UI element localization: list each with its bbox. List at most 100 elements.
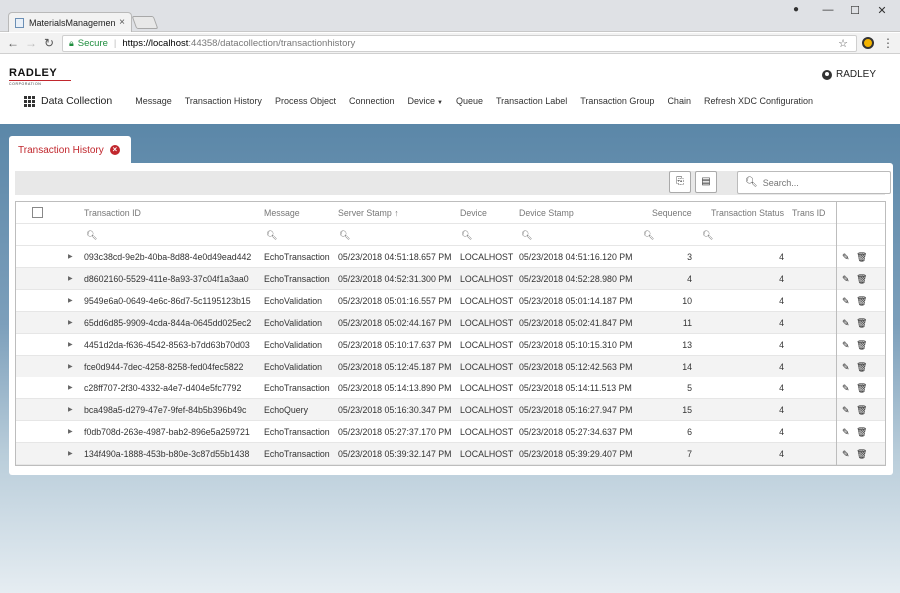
brand-title[interactable]: Data Collection: [41, 95, 112, 107]
new-tab-button[interactable]: [132, 16, 159, 29]
expand-row-icon[interactable]: ▶: [68, 268, 73, 290]
filter-transaction-id-icon[interactable]: 🔍︎: [86, 224, 97, 246]
filter-device-icon[interactable]: 🔍︎: [461, 224, 472, 246]
table-row[interactable]: ▶f0db708d-263e-4987-bab2-896e5a259721Ech…: [16, 421, 886, 443]
browser-titlebar: MaterialsManagementWi × ● — ☐ ✕: [0, 0, 900, 32]
nav-message[interactable]: Message: [135, 96, 172, 106]
nav-transaction-group[interactable]: Transaction Group: [580, 96, 654, 106]
actions-column: [836, 202, 886, 466]
cell-sequence: 5: [656, 377, 692, 399]
filter-device-stamp-icon[interactable]: 🔍︎: [521, 224, 532, 246]
cell-device-stamp: 05/23/2018 05:27:34.637 PM: [519, 421, 649, 443]
expand-row-icon[interactable]: ▶: [68, 421, 73, 443]
cell-message: EchoTransaction: [264, 268, 336, 290]
cell-transaction-id: fce0d944-7dec-4258-8258-fed04fec5822: [84, 356, 259, 378]
filter-sequence-icon[interactable]: 🔍︎: [643, 224, 654, 246]
expand-row-icon[interactable]: ▶: [68, 399, 73, 421]
cell-message: EchoTransaction: [264, 377, 336, 399]
tab-transaction-history[interactable]: Transaction History ×: [9, 136, 131, 164]
url-path: :44358/datacollection/transactionhistory: [188, 38, 355, 49]
browser-menu-icon[interactable]: ⋮: [882, 36, 894, 50]
transaction-grid: Transaction ID Message Server Stamp ↑ De…: [15, 201, 886, 466]
header-row: Transaction ID Message Server Stamp ↑ De…: [16, 202, 886, 224]
cell-server-stamp: 05/23/2018 05:01:16.557 PM: [338, 290, 458, 312]
nav-chain[interactable]: Chain: [667, 96, 691, 106]
select-all-checkbox[interactable]: [32, 207, 43, 218]
table-row[interactable]: ▶d8602160-5529-411e-8a93-37c04f1a3aa0Ech…: [16, 268, 886, 290]
table-row[interactable]: ▶4451d2da-f636-4542-8563-b7dd63b70d03Ech…: [16, 334, 886, 356]
table-row[interactable]: ▶fce0d944-7dec-4258-8258-fed04fec5822Ech…: [16, 356, 886, 378]
col-sequence[interactable]: Sequence: [652, 202, 692, 224]
cell-transaction-status: 4: [716, 399, 784, 421]
expand-row-icon[interactable]: ▶: [68, 377, 73, 399]
cell-message: EchoValidation: [264, 334, 336, 356]
col-trans-id[interactable]: Trans ID: [792, 202, 825, 224]
url-omnibox[interactable]: 🔒︎ Secure | https://localhost :44358/dat…: [62, 35, 857, 52]
apps-grid-icon[interactable]: [24, 96, 35, 107]
reload-icon[interactable]: ↻: [42, 36, 56, 50]
cell-transaction-status: 4: [716, 312, 784, 334]
table-row[interactable]: ▶c28ff707-2f30-4332-a4e7-d404e5fc7792Ech…: [16, 377, 886, 399]
table-row[interactable]: ▶9549e6a0-0649-4e6c-86d7-5c1195123b15Ech…: [16, 290, 886, 312]
table-row[interactable]: ▶093c38cd-9e2b-40ba-8d88-4e0d49ead442Ech…: [16, 246, 886, 268]
account-icon[interactable]: ●: [786, 4, 806, 15]
col-transaction-status[interactable]: Transaction Status: [711, 202, 784, 224]
table-row[interactable]: ▶65dd6d85-9909-4cda-844a-0645dd025ec2Ech…: [16, 312, 886, 334]
nav-connection[interactable]: Connection: [349, 96, 395, 106]
columns-icon: ▤: [701, 176, 710, 187]
nav-queue[interactable]: Queue: [456, 96, 483, 106]
nav-device[interactable]: Device▼: [408, 96, 443, 106]
expand-row-icon[interactable]: ▶: [68, 356, 73, 378]
close-window-button[interactable]: ✕: [872, 4, 892, 17]
transaction-history-panel: ⎘ ▤ 🔍︎ Transaction ID Message Server Sta…: [9, 163, 893, 475]
table-row[interactable]: ▶134f490a-1888-453b-b80e-3c87d55b1438Ech…: [16, 443, 886, 465]
export-icon: ⎘: [676, 176, 684, 187]
cell-device: LOCALHOST: [460, 377, 518, 399]
user-icon: [822, 70, 832, 80]
columns-button[interactable]: ▤: [695, 171, 717, 193]
expand-row-icon[interactable]: ▶: [68, 443, 73, 465]
cell-device-stamp: 05/23/2018 05:12:42.563 PM: [519, 356, 649, 378]
extension-icon[interactable]: [862, 37, 874, 49]
tab-close-icon[interactable]: ×: [119, 17, 125, 28]
cell-device: LOCALHOST: [460, 356, 518, 378]
table-row[interactable]: ▶bca498a5-d279-47e7-9fef-84b5b396b49cEch…: [16, 399, 886, 421]
cell-transaction-status: 4: [716, 268, 784, 290]
expand-row-icon[interactable]: ▶: [68, 334, 73, 356]
cell-transaction-status: 4: [716, 443, 784, 465]
nav-refresh-xdc[interactable]: Refresh XDC Configuration: [704, 96, 813, 106]
expand-row-icon[interactable]: ▶: [68, 312, 73, 334]
nav-transaction-label[interactable]: Transaction Label: [496, 96, 567, 106]
nav-device-label: Device: [408, 96, 436, 106]
user-menu[interactable]: RADLEY: [822, 69, 876, 80]
col-transaction-id[interactable]: Transaction ID: [84, 202, 141, 224]
cell-transaction-status: 4: [716, 246, 784, 268]
col-device-stamp[interactable]: Device Stamp: [519, 202, 574, 224]
col-server-stamp[interactable]: Server Stamp ↑: [338, 202, 399, 224]
expand-row-icon[interactable]: ▶: [68, 246, 73, 268]
col-device[interactable]: Device: [460, 202, 487, 224]
filter-message-icon[interactable]: 🔍︎: [266, 224, 277, 246]
cell-server-stamp: 05/23/2018 04:52:31.300 PM: [338, 268, 458, 290]
minimize-button[interactable]: —: [818, 4, 838, 16]
address-bar: ← → ↻ 🔒︎ Secure | https://localhost :443…: [0, 33, 900, 54]
close-tab-icon[interactable]: ×: [110, 145, 120, 155]
forward-arrow-icon[interactable]: →: [24, 36, 38, 50]
cell-transaction-status: 4: [716, 334, 784, 356]
cell-sequence: 15: [656, 399, 692, 421]
export-button[interactable]: ⎘: [669, 171, 691, 193]
maximize-button[interactable]: ☐: [845, 4, 865, 17]
cell-server-stamp: 05/23/2018 05:16:30.347 PM: [338, 399, 458, 421]
nav-transaction-history[interactable]: Transaction History: [185, 96, 262, 106]
nav-process-object[interactable]: Process Object: [275, 96, 336, 106]
expand-row-icon[interactable]: ▶: [68, 290, 73, 312]
secure-label: Secure: [78, 38, 108, 49]
bookmark-star-icon[interactable]: ☆: [838, 37, 848, 50]
filter-server-stamp-icon[interactable]: 🔍︎: [339, 224, 350, 246]
filter-transaction-status-icon[interactable]: 🔍︎: [702, 224, 713, 246]
back-arrow-icon[interactable]: ←: [6, 36, 20, 50]
search-input[interactable]: [763, 178, 888, 188]
browser-tab[interactable]: MaterialsManagementWi ×: [8, 12, 132, 32]
col-message[interactable]: Message: [264, 202, 300, 224]
cell-transaction-status: 4: [716, 356, 784, 378]
